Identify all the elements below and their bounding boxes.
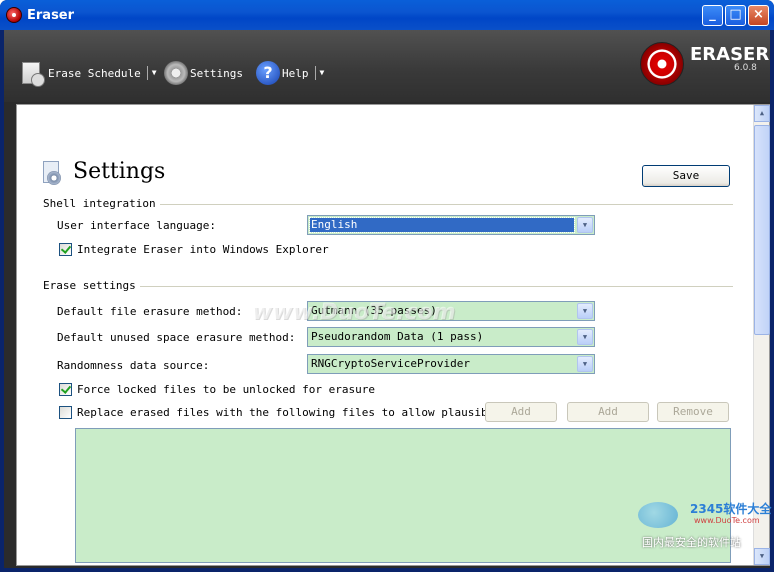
watermark-corner: 2345软件大全 www.DuoTe.com 国内最安全的软件站 <box>636 496 774 556</box>
header-toolbar: Erase Schedule ▼ Settings ? Help ▼ ERASE… <box>4 30 770 102</box>
language-label: User interface language: <box>57 219 216 232</box>
title-bar[interactable]: Eraser _ □ × <box>0 0 774 30</box>
chevron-down-icon[interactable]: ▼ <box>146 66 157 80</box>
language-value: English <box>309 217 575 233</box>
help-menu[interactable]: ? Help ▼ <box>256 60 324 86</box>
chevron-down-icon[interactable]: ▼ <box>577 303 593 319</box>
unused-method-label: Default unused space erasure method: <box>57 331 296 344</box>
randomness-value: RNGCryptoServiceProvider <box>311 357 470 370</box>
chevron-down-icon[interactable]: ▼ <box>577 356 593 372</box>
erase-schedule-menu[interactable]: Erase Schedule ▼ <box>22 60 157 87</box>
erase-schedule-label: Erase Schedule <box>48 66 141 80</box>
settings-menu-label: Settings <box>190 66 243 80</box>
gear-icon <box>164 61 188 85</box>
help-icon: ? <box>256 61 280 85</box>
remove-button[interactable]: Remove <box>657 402 729 422</box>
client-area: Erase Schedule ▼ Settings ? Help ▼ ERASE… <box>4 30 770 568</box>
help-menu-label: Help <box>282 66 309 80</box>
file-method-label: Default file erasure method: <box>57 305 243 318</box>
scroll-up-icon[interactable]: ▲ <box>754 105 770 122</box>
settings-menu[interactable]: Settings <box>164 60 243 86</box>
randomness-label: Randomness data source: <box>57 359 210 372</box>
force-unlock-label[interactable]: Force locked files to be unlocked for er… <box>77 383 375 396</box>
erase-schedule-icon <box>22 62 45 87</box>
plausible-deniability-label[interactable]: Replace erased files with the following … <box>77 406 485 419</box>
settings-page-icon <box>41 161 63 187</box>
chevron-down-icon[interactable]: ▼ <box>314 66 324 80</box>
watermark-center: www.DuoTe.com <box>252 300 456 325</box>
watermark-url: www.DuoTe.com <box>694 516 760 525</box>
randomness-select[interactable]: RNGCryptoServiceProvider ▼ <box>307 354 595 374</box>
integrate-explorer-checkbox[interactable] <box>59 243 72 256</box>
integrate-explorer-label[interactable]: Integrate Eraser into Windows Explorer <box>77 243 329 256</box>
eraser-app-icon[interactable] <box>6 7 22 23</box>
save-button[interactable]: Save <box>642 165 730 187</box>
eraser-logo: ERASER 6.0.8 <box>640 42 769 92</box>
force-unlock-checkbox[interactable] <box>59 383 72 396</box>
logo-version: 6.0.8 <box>734 63 757 73</box>
minimize-button[interactable]: _ <box>702 5 723 26</box>
unused-method-value: Pseudorandom Data (1 pass) <box>311 330 484 343</box>
eraser-window: Eraser _ □ × Erase Schedule ▼ Settings ?… <box>0 0 774 572</box>
plausible-deniability-checkbox[interactable] <box>59 406 72 419</box>
add-folder-button[interactable]: Add <box>567 402 649 422</box>
language-select[interactable]: English ▼ <box>307 215 595 235</box>
erase-settings-title: Erase settings <box>43 279 140 292</box>
watermark-brand: 2345软件大全 <box>690 502 772 516</box>
bird-logo-icon <box>638 502 678 528</box>
watermark-slogan: 国内最安全的软件站 <box>642 536 741 549</box>
page-title: Settings <box>73 159 166 184</box>
maximize-button[interactable]: □ <box>725 5 746 26</box>
logo-name: ERASER <box>690 44 770 65</box>
chevron-down-icon[interactable]: ▼ <box>577 217 593 233</box>
eraser-logo-icon <box>640 42 684 86</box>
window-title: Eraser <box>27 8 75 23</box>
plausible-files-list[interactable] <box>75 428 731 563</box>
scrollbar-thumb[interactable] <box>754 125 770 335</box>
close-button[interactable]: × <box>748 5 769 26</box>
divider <box>43 286 733 287</box>
unused-method-select[interactable]: Pseudorandom Data (1 pass) ▼ <box>307 327 595 347</box>
shell-integration-title: Shell integration <box>43 197 160 210</box>
chevron-down-icon[interactable]: ▼ <box>577 329 593 345</box>
add-file-button[interactable]: Add <box>485 402 557 422</box>
